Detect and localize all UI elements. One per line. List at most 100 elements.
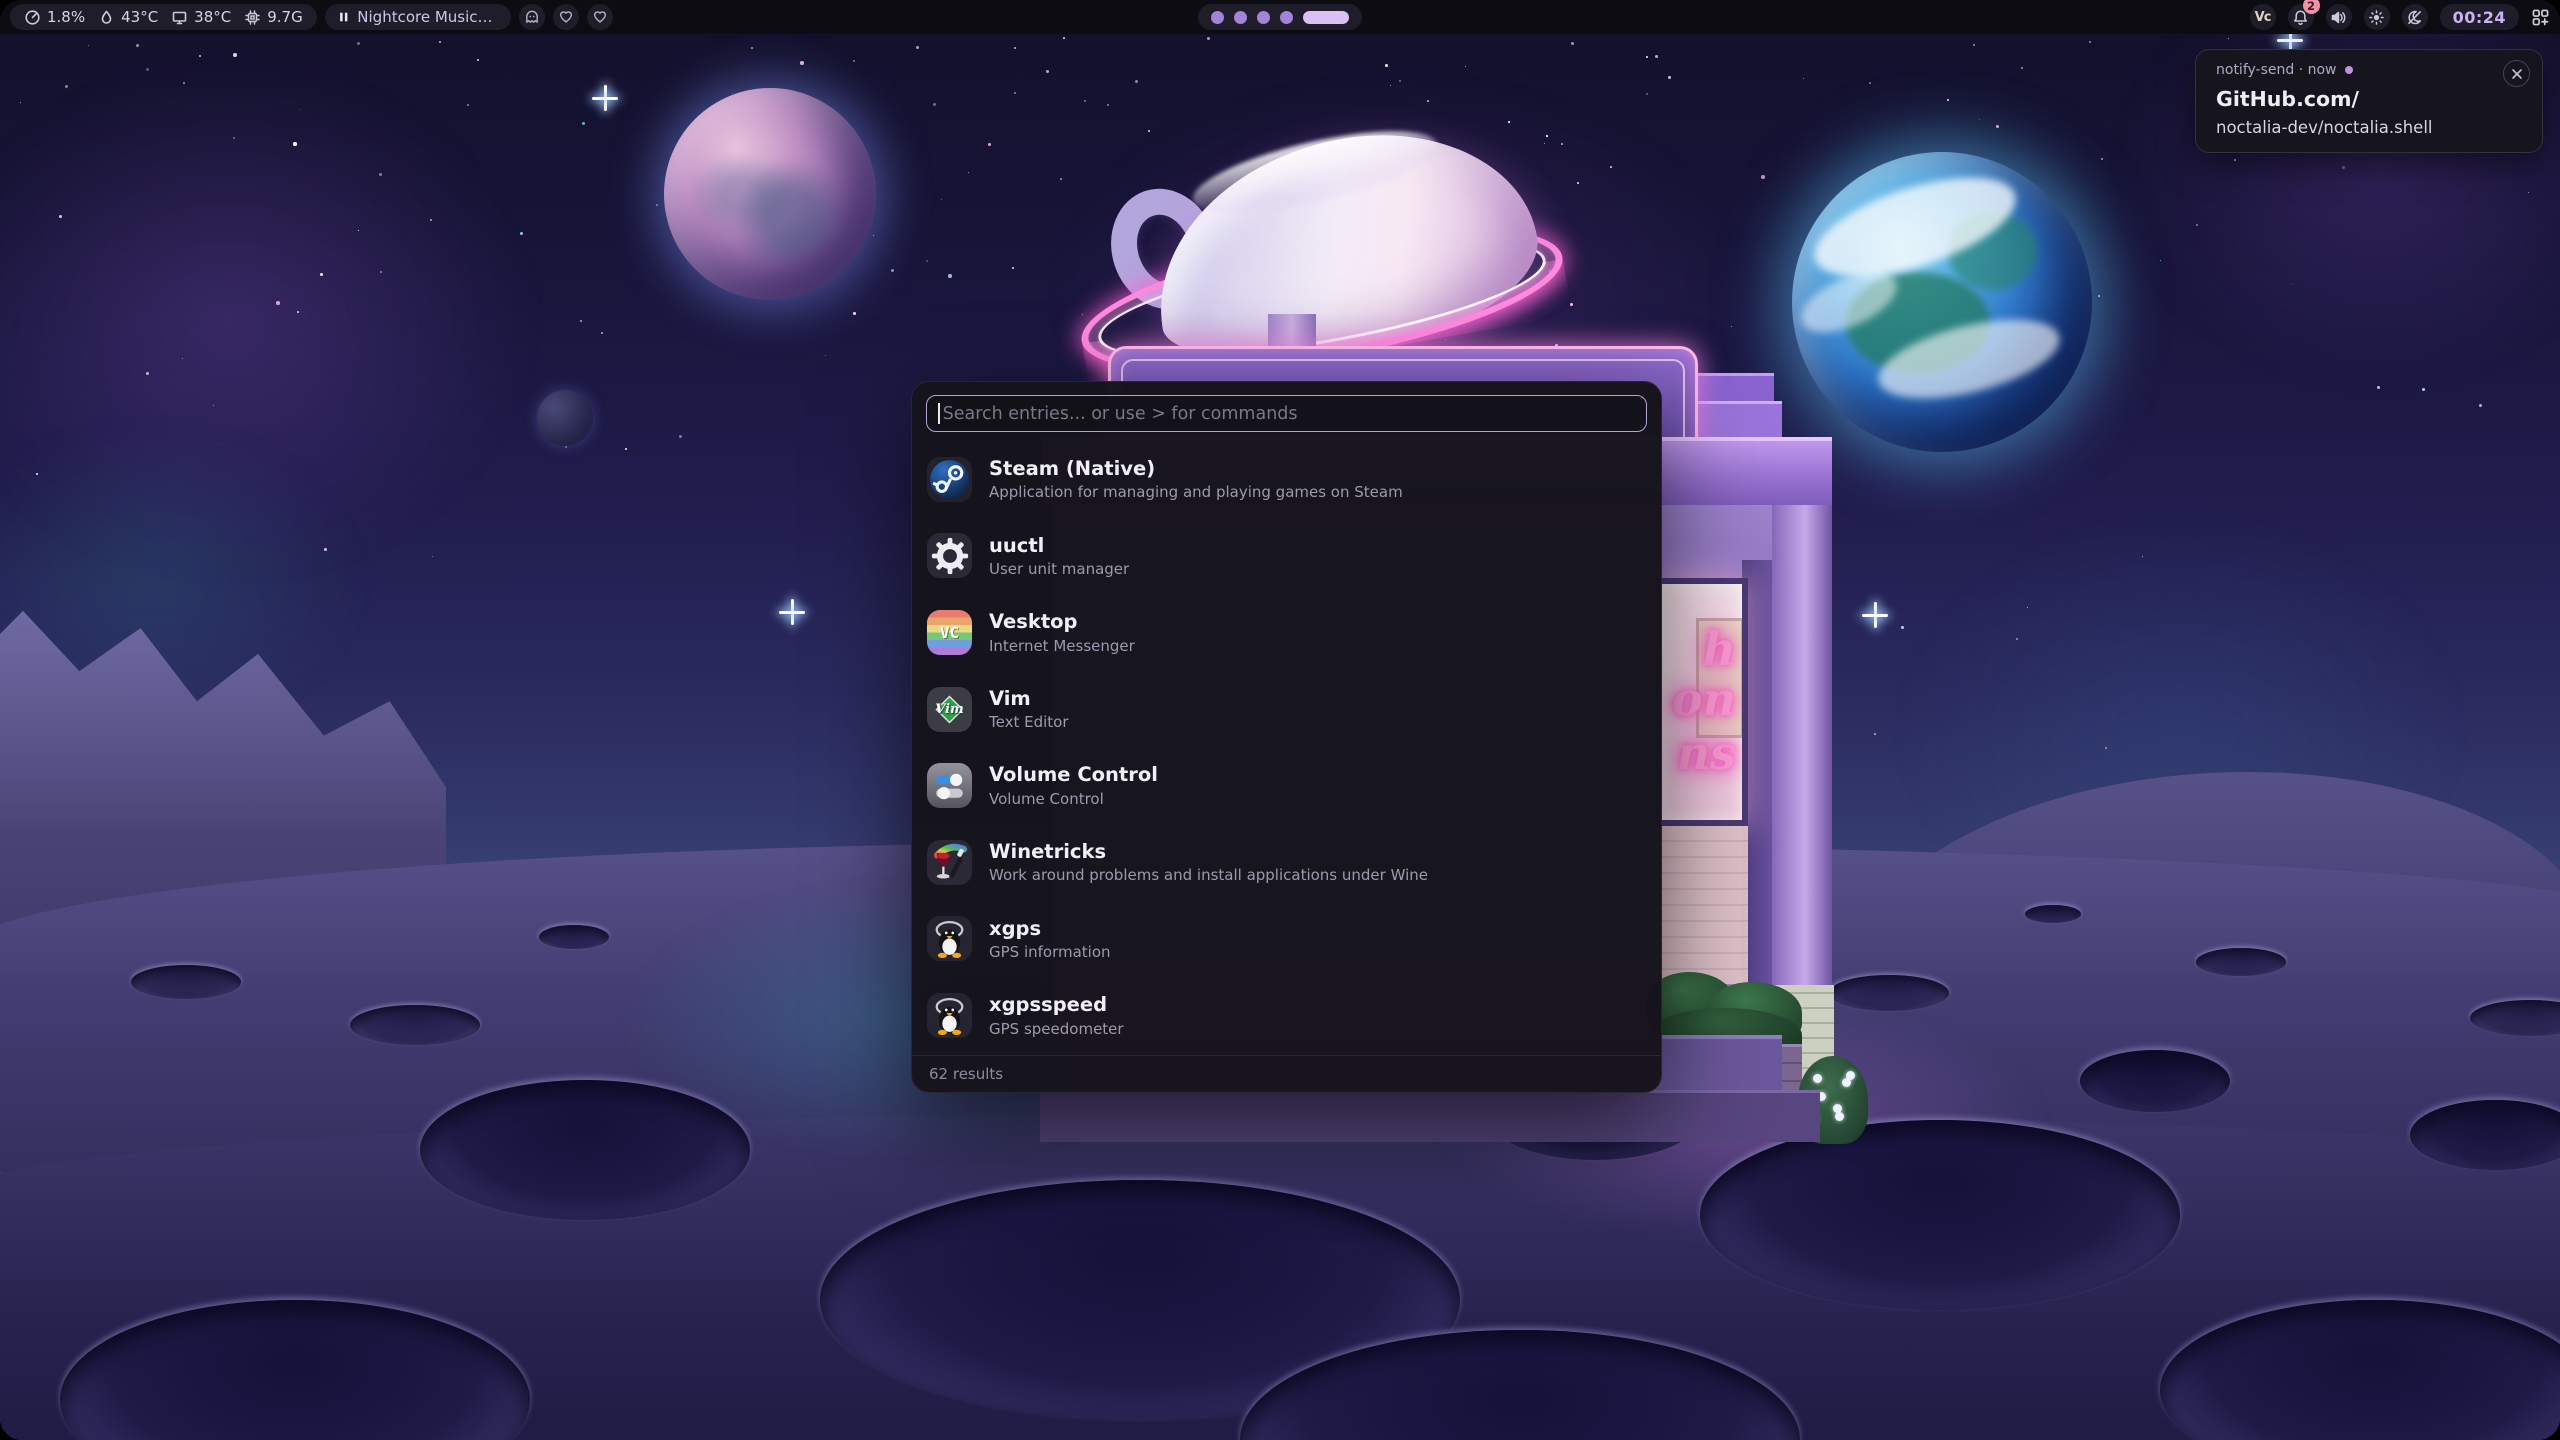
launcher-item-vesktop[interactable]: VC Vesktop Internet Messenger: [912, 594, 1661, 671]
crater: [131, 965, 241, 999]
star: [1549, 270, 1551, 272]
workspace-dot-2[interactable]: [1234, 11, 1247, 24]
star: [1014, 47, 1016, 49]
star: [754, 167, 757, 170]
workspace-dot-3[interactable]: [1257, 11, 1270, 24]
app-title: xgps: [989, 917, 1111, 940]
crater: [820, 1180, 1460, 1420]
gear-icon: [929, 535, 971, 577]
clock-widget[interactable]: 00:24: [2440, 4, 2519, 30]
volume-button[interactable]: [2326, 4, 2352, 30]
star: [1491, 179, 1493, 181]
app-title: Winetricks: [989, 840, 1428, 863]
star: [199, 55, 201, 57]
star: [213, 405, 214, 406]
cup-rim-highlight: [1186, 115, 1443, 230]
system-stats-widget[interactable]: 1.8% 43°C 38°C 9.7G: [10, 4, 317, 30]
crater: [2196, 948, 2286, 976]
ghost-button[interactable]: [519, 4, 545, 30]
star: [1483, 346, 1486, 349]
app-subtitle: Internet Messenger: [989, 637, 1135, 655]
launcher-item-xgps[interactable]: xgps GPS information: [912, 901, 1661, 978]
launcher-footer: 62 results: [912, 1055, 1661, 1092]
heart-button-1[interactable]: [553, 4, 579, 30]
results-count: 62 results: [929, 1065, 1003, 1083]
app-subtitle: Application for managing and playing gam…: [989, 483, 1403, 501]
app-launcher-icon[interactable]: [2531, 8, 2550, 27]
star: [1390, 85, 1391, 86]
notification-popup[interactable]: notify-send · now GitHub.com/ noctalia-d…: [2195, 49, 2543, 153]
star: [695, 194, 698, 197]
notification-app-time: notify-send · now: [2216, 62, 2337, 78]
steam-icon: [927, 457, 972, 502]
star: [1655, 55, 1658, 58]
star: [988, 143, 991, 146]
launcher-item-winetricks[interactable]: Winetricks Work around problems and inst…: [912, 824, 1661, 901]
star: [1427, 100, 1429, 102]
star: [183, 82, 185, 84]
notification-close-button[interactable]: [2503, 60, 2530, 87]
brightness-button[interactable]: [2364, 4, 2390, 30]
star: [1286, 297, 1289, 300]
app-title: uuctl: [989, 534, 1129, 557]
star: [293, 142, 297, 146]
flower-bush: [1798, 1056, 1868, 1144]
workspace-dot-4[interactable]: [1280, 11, 1293, 24]
star: [1673, 499, 1676, 502]
star: [2105, 747, 2107, 749]
app-launcher-panel: Search entries... or use > for commands …: [911, 381, 1662, 1093]
crater: [2470, 1000, 2560, 1036]
notification-header: notify-send · now: [2216, 62, 2526, 78]
workspace-active-5[interactable]: [1303, 11, 1349, 24]
gpu-temp: 38°C: [171, 8, 231, 26]
app-subtitle: GPS information: [989, 943, 1111, 961]
launcher-item-xgpsspeed[interactable]: xgpsspeed GPS speedometer: [912, 977, 1661, 1054]
crater: [1829, 975, 1949, 1011]
crater: [2025, 905, 2081, 923]
star: [1901, 626, 1904, 629]
crater: [1240, 1330, 1800, 1440]
brick-planter: [1650, 1044, 1802, 1098]
shop-window: h on ns: [1656, 578, 1748, 826]
saturn-ring-back: [1071, 199, 1572, 400]
notification-badge: 2: [2303, 0, 2320, 14]
star: [1107, 104, 1109, 106]
cpu-temp: 43°C: [98, 8, 158, 26]
launcher-item-vim[interactable]: Vim Vim Text Editor: [912, 671, 1661, 748]
app-subtitle: GPS speedometer: [989, 1020, 1124, 1038]
star: [2027, 607, 2028, 608]
launcher-item-volume-control[interactable]: Volume Control Volume Control: [912, 747, 1661, 824]
crater: [2410, 1100, 2560, 1170]
nebula: [1900, 520, 2460, 940]
star: [941, 199, 942, 200]
star: [65, 85, 68, 88]
launcher-item-uuctl[interactable]: uuctl User unit manager: [912, 518, 1661, 595]
tray-item-vesktop[interactable]: Vc: [2250, 4, 2276, 30]
star: [1399, 80, 1401, 82]
app-subtitle: Text Editor: [989, 713, 1069, 731]
star: [1135, 80, 1138, 83]
heart-button-2[interactable]: [587, 4, 613, 30]
star: [853, 60, 855, 62]
app-subtitle: User unit manager: [989, 560, 1129, 578]
star: [2032, 399, 2035, 402]
star: [1555, 344, 1558, 347]
earth-planet: [1792, 152, 2092, 452]
unread-dot-icon: [2345, 66, 2353, 74]
bush: [1706, 982, 1802, 1042]
star: [1279, 371, 1282, 374]
night-light-button[interactable]: [2402, 4, 2428, 30]
small-moon: [537, 390, 593, 446]
app-subtitle: Volume Control: [989, 790, 1158, 808]
workspace-dot-1[interactable]: [1211, 11, 1224, 24]
star: [1761, 175, 1765, 179]
workspace-switcher[interactable]: [1198, 4, 1362, 30]
star: [1646, 93, 1648, 95]
star: [439, 41, 441, 43]
media-player-widget[interactable]: Nightcore Music Mix 20...: [325, 4, 511, 30]
star: [853, 312, 856, 315]
star: [825, 278, 828, 281]
launcher-search-input[interactable]: Search entries... or use > for commands: [926, 395, 1647, 432]
launcher-item-steam-native[interactable]: Steam (Native) Application for managing …: [912, 441, 1661, 518]
winetricks-icon: [927, 840, 972, 885]
